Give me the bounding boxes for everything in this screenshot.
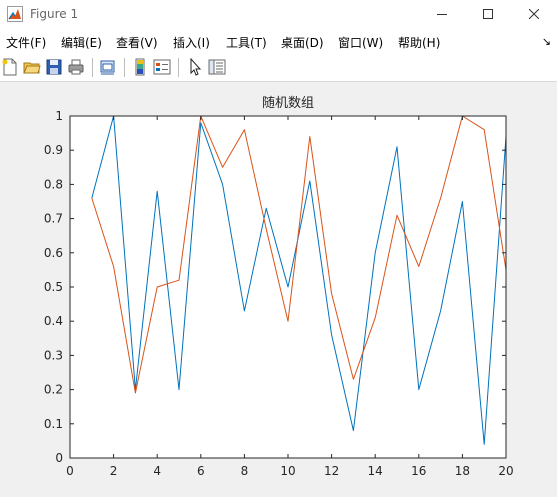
- figure-toolbar: [0, 54, 557, 82]
- window-titlebar: Figure 1: [0, 0, 557, 28]
- print-icon[interactable]: [67, 58, 85, 76]
- y-tick-label: 0.3: [44, 348, 63, 362]
- y-tick-label: 0.6: [44, 246, 63, 260]
- pointer-icon[interactable]: [186, 58, 204, 76]
- toolbar-separator: [92, 58, 93, 77]
- x-tick-label: 6: [197, 464, 205, 478]
- y-tick-label: 0.7: [44, 212, 63, 226]
- window-title: Figure 1: [30, 7, 79, 21]
- x-tick-label: 20: [498, 464, 513, 478]
- x-tick-label: 8: [241, 464, 249, 478]
- menu-tools[interactable]: 工具(T): [226, 34, 267, 51]
- y-tick-label: 0: [55, 451, 63, 465]
- menu-window[interactable]: 窗口(W): [338, 34, 383, 51]
- menu-view[interactable]: 查看(V): [116, 34, 158, 51]
- chart-title: 随机数组: [262, 96, 314, 111]
- menu-bar: 文件(F) 编辑(E) 查看(V) 插入(I) 工具(T) 桌面(D) 窗口(W…: [0, 28, 557, 54]
- y-tick-label: 0.4: [44, 314, 63, 328]
- x-tick-label: 14: [368, 464, 383, 478]
- menu-file[interactable]: 文件(F): [6, 34, 46, 51]
- menu-desktop[interactable]: 桌面(D): [281, 34, 324, 51]
- menu-help[interactable]: 帮助(H): [398, 34, 440, 51]
- new-figure-icon[interactable]: [1, 58, 19, 76]
- toolbar-separator: [124, 58, 125, 77]
- minimize-button[interactable]: [419, 0, 465, 28]
- x-tick-label: 12: [324, 464, 339, 478]
- save-icon[interactable]: [45, 58, 63, 76]
- y-tick-label: 1: [55, 109, 63, 123]
- x-tick-label: 0: [66, 464, 74, 478]
- menu-edit[interactable]: 编辑(E): [61, 34, 102, 51]
- print-preview-icon[interactable]: [99, 58, 117, 76]
- matlab-figure-icon: [7, 6, 23, 22]
- maximize-icon: [483, 9, 493, 19]
- line-chart[interactable]: 0 2 4 6 8 10 12 14 16 18 20 0 0.1 0.2 0.3 0.4 0.5 0.6 0.7 0…: [0, 82, 557, 497]
- x-tick-label: 10: [280, 464, 295, 478]
- minimize-icon: [437, 14, 447, 15]
- close-icon: [529, 9, 539, 19]
- menu-insert[interactable]: 插入(I): [173, 34, 210, 51]
- y-tick-label: 0.2: [44, 383, 63, 397]
- y-tick-label: 0.9: [44, 143, 63, 157]
- x-tick-label: 16: [411, 464, 426, 478]
- y-tick-label: 0.5: [44, 280, 63, 294]
- colorbar-icon[interactable]: [131, 58, 149, 76]
- legend-icon[interactable]: [153, 58, 171, 76]
- property-inspector-icon[interactable]: [208, 58, 226, 76]
- x-tick-label: 2: [110, 464, 118, 478]
- x-tick-label: 4: [153, 464, 161, 478]
- chevron-double-right-icon[interactable]: ↘: [542, 35, 551, 48]
- x-tick-label: 18: [455, 464, 470, 478]
- close-button[interactable]: [511, 0, 557, 28]
- toolbar-separator: [178, 58, 179, 77]
- y-tick-label: 0.8: [44, 177, 63, 191]
- open-file-icon[interactable]: [23, 58, 41, 76]
- figure-canvas: 0 2 4 6 8 10 12 14 16 18 20 0 0.1 0.2 0.3 0.4 0.5 0.6 0.7 0…: [0, 82, 557, 497]
- y-tick-label: 0.1: [44, 417, 63, 431]
- maximize-button[interactable]: [465, 0, 511, 28]
